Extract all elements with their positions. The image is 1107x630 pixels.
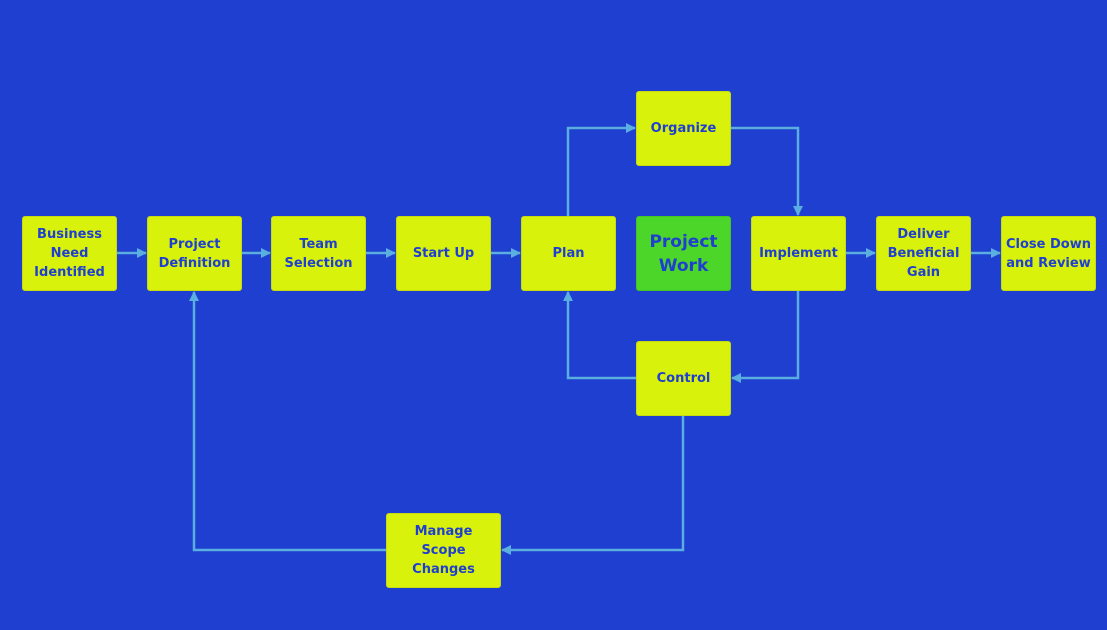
- edge-control-scope: [501, 416, 685, 555]
- edge-scope-definition: [189, 291, 386, 552]
- node-start-up[interactable]: Start Up: [396, 216, 491, 291]
- node-close-down-and-review[interactable]: Close Down and Review: [1001, 216, 1096, 291]
- node-business-need-identified[interactable]: Business Need Identified: [22, 216, 117, 291]
- node-project-definition[interactable]: Project Definition: [147, 216, 242, 291]
- edge-implement-control: [731, 291, 800, 383]
- node-deliver-beneficial-gain[interactable]: Deliver Beneficial Gain: [876, 216, 971, 291]
- node-plan[interactable]: Plan: [521, 216, 616, 291]
- edge-organize-implement: [731, 126, 803, 216]
- node-manage-scope-changes[interactable]: Manage Scope Changes: [386, 513, 501, 588]
- edge-plan-organize: [566, 123, 636, 216]
- connectors: [117, 123, 1001, 555]
- node-organize[interactable]: Organize: [636, 91, 731, 166]
- node-implement[interactable]: Implement: [751, 216, 846, 291]
- node-team-selection[interactable]: Team Selection: [271, 216, 366, 291]
- edge-control-plan: [563, 291, 636, 380]
- node-project-work[interactable]: Project Work: [636, 216, 731, 291]
- node-control[interactable]: Control: [636, 341, 731, 416]
